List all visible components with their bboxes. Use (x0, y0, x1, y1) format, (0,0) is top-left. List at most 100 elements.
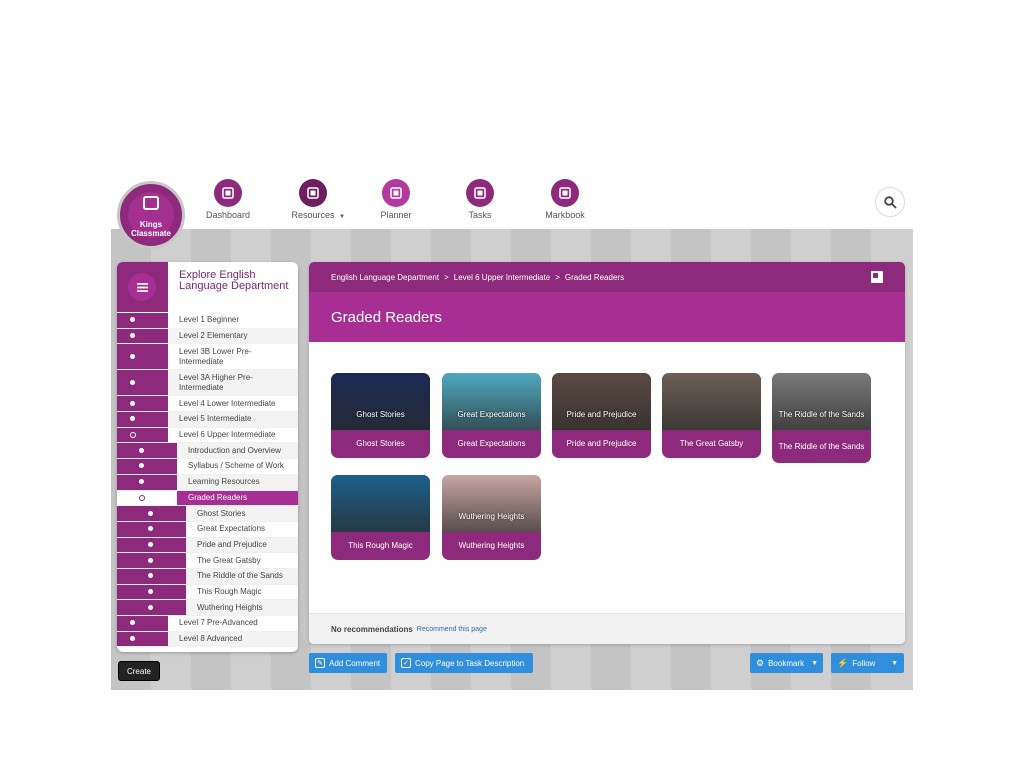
tasks-icon (466, 179, 494, 207)
nav-1[interactable]: Resources ▼ (278, 179, 348, 220)
sidebar-item[interactable]: Introduction and Overview (117, 443, 298, 460)
sidebar-item[interactable]: Level 4 Lower Intermediate (117, 396, 298, 413)
checkbox-icon: ✓ (401, 658, 411, 668)
create-button[interactable]: Create (118, 661, 160, 681)
bookmark-button[interactable]: ⚙ Bookmark ▼ (750, 653, 823, 673)
bookmark-icon: ⚙ (756, 657, 765, 668)
tree-bullet-icon (130, 333, 135, 339)
sidebar-item[interactable]: Pride and Prejudice (117, 537, 298, 554)
sidebar-item-label: The Riddle of the Sands (197, 571, 283, 581)
sidebar-item[interactable]: Graded Readers (117, 490, 298, 507)
nav-3[interactable]: Tasks (445, 179, 515, 220)
tree-bullet-icon (148, 588, 153, 594)
sidebar-item[interactable]: Level 3B Lower Pre-Intermediate (117, 344, 298, 371)
sidebar-item[interactable]: Level 5 Intermediate (117, 412, 298, 428)
book-card[interactable]: The Great Gatsby (662, 373, 761, 458)
book-card[interactable]: Pride and Prejudice Pride and Prejudice (552, 373, 651, 458)
expand-fullscreen-icon[interactable] (871, 271, 883, 283)
chevron-down-icon: ▼ (811, 659, 819, 667)
book-card[interactable]: Wuthering Heights Wuthering Heights (442, 475, 541, 560)
sidebar-item[interactable]: Level 8 Advanced (117, 631, 298, 648)
tree-bullet-icon (139, 494, 145, 501)
comment-icon: ✎ (315, 658, 325, 668)
follow-button[interactable]: ⚡ Follow ▼ (831, 653, 904, 673)
sidebar-item[interactable]: Level 2 Elementary (117, 328, 298, 345)
sidebar-item[interactable]: Level 6 Upper Intermediate (117, 427, 298, 444)
sidebar-item-label: Level 4 Lower Intermediate (179, 398, 276, 408)
breadcrumb-item[interactable]: Level 6 Upper Intermediate (454, 273, 551, 282)
tree-bullet-icon (139, 447, 144, 453)
lightning-icon: ⚡ (837, 657, 849, 668)
sidebar-item[interactable]: The Great Gatsby (117, 553, 298, 569)
book-caption: Pride and Prejudice (566, 439, 637, 448)
breadcrumb-separator: > (444, 272, 449, 282)
search-icon (883, 195, 897, 209)
page-title: Graded Readers (309, 292, 905, 342)
book-caption: The Great Gatsby (679, 439, 744, 448)
sidebar-item[interactable]: Level 1 Beginner (117, 313, 298, 329)
dashboard-icon (214, 179, 242, 207)
book-cover-image (662, 373, 761, 430)
nav-0[interactable]: Dashboard (193, 179, 263, 220)
sidebar-item[interactable]: Ghost Stories (117, 506, 298, 522)
logo-text: Kings Classmate (130, 220, 172, 238)
book-card[interactable]: The Riddle of the Sands The Riddle of the… (772, 373, 871, 463)
chevron-down-icon: ▼ (339, 214, 345, 220)
sidebar-item-label: Level 5 Intermediate (179, 414, 252, 424)
book-card[interactable]: Ghost Stories Ghost Stories (331, 373, 430, 458)
copy-page-button[interactable]: ✓ Copy Page to Task Description (395, 653, 533, 673)
sidebar-item[interactable]: Learning Resources (117, 474, 298, 491)
sidebar-item[interactable]: Wuthering Heights (117, 600, 298, 616)
top-navigation-bar: Kings Classmate Dashboard Resources ▼ Plann… (111, 175, 913, 249)
nav-2[interactable]: Planner (361, 179, 431, 220)
chevron-down-icon: ▼ (891, 659, 898, 667)
sidebar-item[interactable]: Level 7 Pre-Advanced (117, 616, 298, 632)
sidebar-item-label: The Great Gatsby (197, 555, 261, 565)
tree-bullet-icon (148, 541, 153, 547)
book-cover-image: Ghost Stories (331, 373, 430, 430)
recommendations-label: No recommendations (331, 624, 413, 634)
sidebar-item[interactable]: This Rough Magic (117, 584, 298, 601)
explore-sidebar: Explore English Language Department Leve… (117, 262, 298, 652)
nav-label: Markbook (545, 210, 585, 220)
book-caption: Wuthering Heights (458, 541, 525, 550)
tree-bullet-icon (130, 636, 135, 642)
content-panel: English Language Department > Level 6 Uppe… (309, 262, 905, 644)
breadcrumb: English Language Department > Level 6 Uppe… (309, 262, 905, 292)
sidebar-item[interactable]: Syllabus / Scheme of Work (117, 459, 298, 475)
sidebar-item-label: Wuthering Heights (197, 602, 263, 612)
sidebar-item-label: Level 6 Upper Intermediate (179, 430, 276, 440)
sidebar-item-label: Syllabus / Scheme of Work (188, 461, 284, 471)
sidebar-title: Explore English Language Department (179, 269, 289, 292)
book-card[interactable]: Great Expectations Great Expectations (442, 373, 541, 458)
sidebar-item-label: Learning Resources (188, 477, 260, 487)
breadcrumb-item[interactable]: English Language Department (331, 273, 439, 282)
book-cover-image: Pride and Prejudice (552, 373, 651, 430)
sidebar-item[interactable]: Great Expectations (117, 521, 298, 538)
tree-bullet-icon (148, 604, 153, 610)
sidebar-item[interactable]: Level 3A Higher Pre-Intermediate (117, 370, 298, 397)
kings-classmate-logo[interactable]: Kings Classmate (117, 181, 185, 249)
nav-4[interactable]: Markbook (530, 179, 600, 220)
sidebar-item-label: Great Expectations (197, 524, 266, 534)
sidebar-item-label: Level 3A Higher Pre-Intermediate (179, 372, 253, 392)
search-button[interactable] (875, 187, 905, 217)
book-card[interactable]: This Rough Magic (331, 475, 430, 560)
sidebar-item-label: Graded Readers (188, 492, 248, 502)
add-comment-button[interactable]: ✎ Add Comment (309, 653, 387, 673)
recommend-page-link[interactable]: Recommend this page (417, 626, 487, 633)
sidebar-item[interactable]: The Riddle of the Sands (117, 568, 298, 585)
sidebar-item-label: Level 3B Lower Pre-Intermediate (179, 346, 252, 366)
app-window: Kings Classmate Dashboard Resources ▼ Plann… (111, 175, 913, 690)
sidebar-item-label: This Rough Magic (197, 586, 262, 596)
book-cover-image (331, 475, 430, 532)
book-cover-image: Wuthering Heights (442, 475, 541, 532)
tree-bullet-icon (148, 557, 153, 563)
breadcrumb-item[interactable]: Graded Readers (565, 273, 624, 282)
nav-label: Tasks (468, 210, 492, 220)
book-cover-title: Great Expectations (457, 410, 526, 419)
markbook-icon (551, 179, 579, 207)
recommendations-bar: No recommendations Recommend this page (309, 613, 905, 644)
sidebar-item-label: Level 8 Advanced (179, 634, 243, 644)
sidebar-menu-button[interactable] (128, 273, 156, 301)
